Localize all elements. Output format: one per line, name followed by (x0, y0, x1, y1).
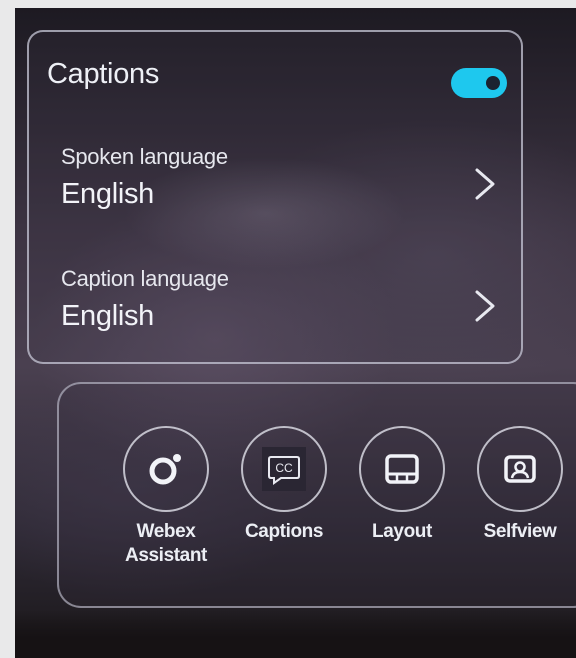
spoken-language-row[interactable]: Spoken language English (29, 144, 521, 224)
spoken-language-value: English (61, 178, 155, 210)
caption-language-label: Caption language (61, 266, 229, 291)
controls-tray: Webex Assistant CC Captions Layout Selfv… (57, 382, 576, 608)
chevron-right-icon (475, 168, 495, 200)
caption-language-row[interactable]: Caption language English (29, 266, 521, 346)
captions-circle: CC (241, 426, 327, 512)
chevron-right-icon (475, 290, 495, 322)
touch-panel-screen: Captions Spoken language English Caption… (15, 8, 576, 658)
closed-captions-icon: CC (262, 447, 306, 491)
webex-assistant-circle (123, 426, 209, 512)
captions-label: Captions (244, 521, 324, 542)
layout-icon (385, 454, 419, 484)
selfview-label: Selfview (483, 521, 557, 542)
toggle-knob (486, 76, 500, 90)
layout-circle (359, 426, 445, 512)
captions-title: Captions (47, 58, 160, 90)
selfview-button[interactable]: Selfview (465, 426, 575, 544)
layout-label: Layout (372, 521, 432, 542)
captions-button[interactable]: CC Captions (229, 426, 339, 544)
cc-text: CC (275, 461, 293, 475)
layout-button[interactable]: Layout (347, 426, 457, 544)
captions-toggle[interactable] (451, 68, 507, 98)
webex-assistant-label: Webex Assistant (125, 521, 207, 566)
caption-language-value: English (61, 300, 155, 332)
captions-panel: Captions Spoken language English Caption… (27, 30, 523, 364)
webex-assistant-icon (149, 454, 181, 485)
spoken-language-label: Spoken language (61, 144, 228, 169)
webex-assistant-button[interactable]: Webex Assistant (111, 426, 221, 568)
selfview-icon (504, 455, 536, 483)
selfview-circle (477, 426, 563, 512)
